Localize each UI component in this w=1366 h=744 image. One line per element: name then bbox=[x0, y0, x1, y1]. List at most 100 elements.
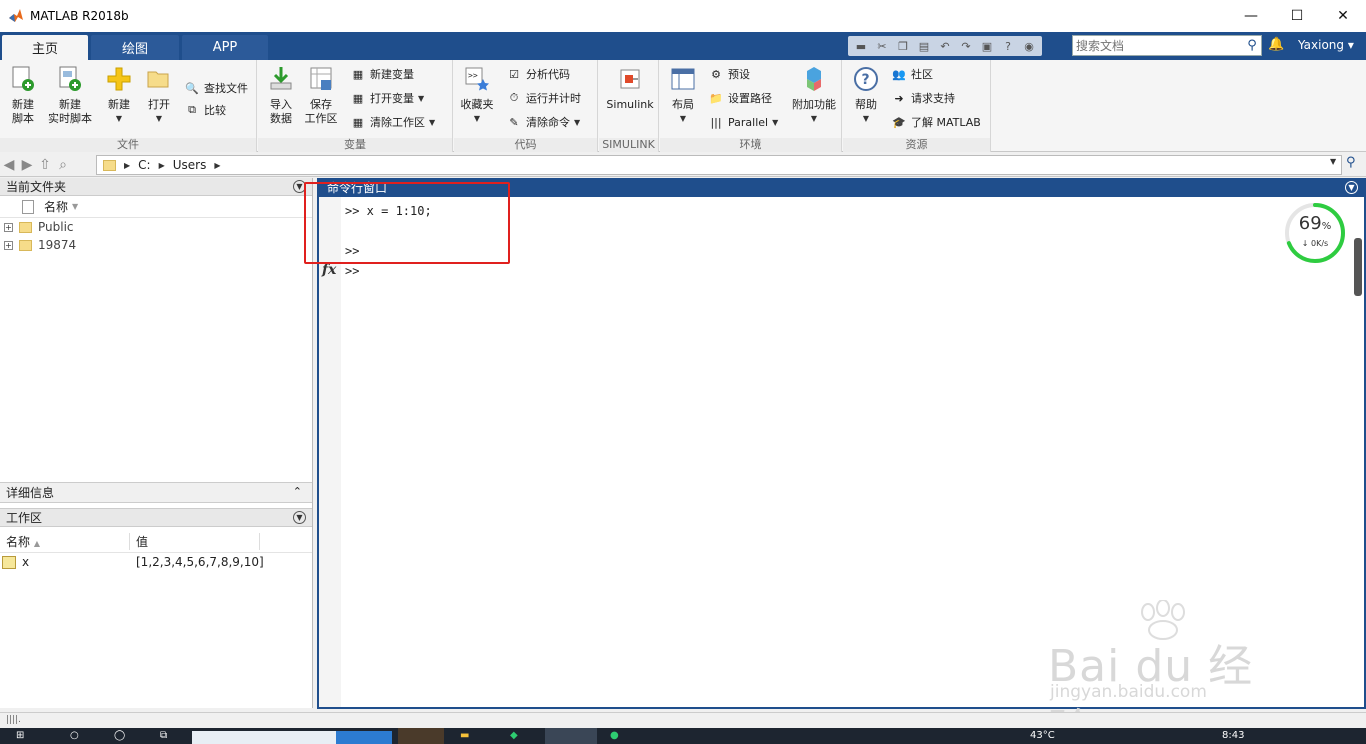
analyze-code-button[interactable]: ☑ 分析代码 bbox=[506, 64, 570, 84]
collapse-icon[interactable]: ⌃ bbox=[293, 485, 302, 498]
path-drive[interactable]: C: bbox=[138, 158, 150, 172]
new-variable-button[interactable]: ▦ 新建变量 bbox=[350, 64, 414, 84]
start-icon[interactable]: ⊞ bbox=[16, 730, 24, 744]
community-button[interactable]: 👥 社区 bbox=[891, 64, 933, 84]
maximize-button[interactable]: ☐ bbox=[1274, 0, 1320, 32]
watermark-url: jingyan.baidu.com bbox=[1050, 682, 1207, 702]
path-folder[interactable]: Users bbox=[173, 158, 207, 172]
compare-button[interactable]: ⧉ 比较 bbox=[184, 100, 226, 120]
wechat-icon[interactable]: ● bbox=[610, 730, 619, 744]
save-workspace-button[interactable]: 保存 工作区 bbox=[298, 64, 344, 134]
folder-icon bbox=[19, 239, 32, 251]
status-grip-icon[interactable]: ||||. bbox=[6, 715, 21, 725]
user-menu[interactable]: Yaxiong ▾ bbox=[1298, 38, 1354, 52]
open-dropdown-icon[interactable]: ▼ bbox=[156, 112, 162, 126]
parallel-dropdown-icon[interactable]: ▼ bbox=[772, 118, 778, 127]
browse-folder-icon[interactable]: ⌕ bbox=[54, 157, 72, 173]
clear-commands-dropdown-icon[interactable]: ▼ bbox=[574, 118, 580, 127]
find-files-button[interactable]: 🔍 查找文件 bbox=[184, 78, 248, 98]
forward-icon[interactable]: ▶ bbox=[18, 157, 36, 173]
cortana-icon[interactable]: ◯ bbox=[114, 730, 125, 744]
details-header[interactable]: 详细信息 ⌃ bbox=[0, 482, 312, 503]
clear-workspace-button[interactable]: ▦ 清除工作区 ▼ bbox=[350, 112, 435, 132]
add-ons-button[interactable]: 附加功能 ▼ bbox=[788, 64, 840, 134]
sort-asc-icon[interactable]: ▲ bbox=[34, 539, 40, 548]
workspace-col-value[interactable]: 值 bbox=[130, 533, 260, 550]
vertical-scrollbar[interactable] bbox=[1354, 238, 1362, 296]
new-live-script-button[interactable]: 新建 实时脚本 bbox=[46, 64, 94, 134]
layout-button[interactable]: 布局 ▼ bbox=[660, 64, 706, 134]
clear-workspace-dropdown-icon[interactable]: ▼ bbox=[429, 118, 435, 127]
taskbar-app-button[interactable] bbox=[398, 728, 444, 744]
save-icon[interactable]: ▬ bbox=[852, 38, 870, 54]
search-input[interactable] bbox=[1073, 36, 1243, 55]
back-icon[interactable]: ◀ bbox=[0, 157, 18, 173]
file-explorer-icon[interactable]: ▬ bbox=[460, 730, 469, 744]
search-documentation[interactable]: ⚲ bbox=[1072, 35, 1262, 56]
svg-text:>>: >> bbox=[468, 71, 478, 80]
notification-bell-icon[interactable]: 🔔 bbox=[1268, 37, 1284, 52]
set-path-button[interactable]: 📁 设置路径 bbox=[708, 88, 772, 108]
expand-icon[interactable]: + bbox=[4, 240, 13, 250]
redo-icon[interactable]: ↷ bbox=[957, 38, 975, 54]
workspace-col-name[interactable]: 名称 ▲ bbox=[0, 533, 130, 550]
request-support-button[interactable]: ➜ 请求支持 bbox=[891, 88, 955, 108]
expand-icon[interactable]: + bbox=[4, 222, 13, 232]
tab-apps[interactable]: APP bbox=[182, 35, 268, 60]
taskbar-clock[interactable]: 8:43 bbox=[1222, 730, 1244, 744]
panel-menu-icon[interactable]: ▼ bbox=[293, 511, 306, 524]
taskbar-matlab-button[interactable] bbox=[545, 728, 597, 744]
expand-icon[interactable]: ◉ bbox=[1020, 38, 1038, 54]
add-ons-dropdown-icon[interactable]: ▼ bbox=[811, 112, 817, 126]
clear-commands-button[interactable]: ✎ 清除命令 ▼ bbox=[506, 112, 580, 132]
run-and-time-button[interactable]: ⏱ 运行并计时 bbox=[506, 88, 581, 108]
parallel-button[interactable]: ||| Parallel ▼ bbox=[708, 112, 778, 132]
open-variable-button[interactable]: ▦ 打开变量 ▼ bbox=[350, 88, 424, 108]
command-prompt[interactable]: >> bbox=[345, 264, 359, 278]
search-icon[interactable]: ⚲ bbox=[1243, 38, 1261, 53]
favorites-dropdown-icon[interactable]: ▼ bbox=[474, 112, 480, 126]
new-dropdown-icon[interactable]: ▼ bbox=[116, 112, 122, 126]
new-script-button[interactable]: 新建 脚本 bbox=[0, 64, 46, 134]
open-button[interactable]: 打开 ▼ bbox=[136, 64, 182, 134]
favorites-button[interactable]: >> 收藏夹 ▼ bbox=[454, 64, 500, 134]
simulink-button[interactable]: Simulink bbox=[603, 64, 657, 134]
switch-windows-icon[interactable]: ▣ bbox=[978, 38, 996, 54]
path-dropdown-icon[interactable]: ▼ bbox=[1330, 157, 1336, 166]
sort-icon[interactable]: ▼ bbox=[72, 202, 78, 211]
workspace-columns: 名称 ▲ 值 bbox=[0, 531, 312, 553]
preferences-button[interactable]: ⚙ 预设 bbox=[708, 64, 750, 84]
close-button[interactable]: ✕ bbox=[1320, 0, 1366, 32]
folder-row[interactable]: + 19874 bbox=[0, 236, 312, 254]
search-folder-icon[interactable]: ⚲ bbox=[1346, 155, 1356, 170]
network-gauge: 69% ↓ 0K/s bbox=[1283, 201, 1347, 265]
paste-icon[interactable]: ▤ bbox=[915, 38, 933, 54]
panel-menu-icon[interactable]: ▼ bbox=[1345, 181, 1358, 194]
up-folder-icon[interactable]: ⇧ bbox=[36, 157, 54, 173]
new-variable-icon: ▦ bbox=[352, 67, 364, 81]
path-separator-icon: ▶ bbox=[158, 160, 165, 170]
taskbar-app-button[interactable] bbox=[192, 731, 336, 744]
folder-row[interactable]: + Public bbox=[0, 218, 312, 236]
minimize-button[interactable]: — bbox=[1228, 0, 1274, 32]
help-button[interactable]: ? 帮助 ▼ bbox=[843, 64, 889, 134]
task-view-icon[interactable]: ⧉ bbox=[160, 730, 167, 744]
layout-dropdown-icon[interactable]: ▼ bbox=[680, 112, 686, 126]
help-dropdown-icon[interactable]: ▼ bbox=[863, 112, 869, 126]
tab-home[interactable]: 主页 bbox=[2, 35, 88, 60]
undo-icon[interactable]: ↶ bbox=[936, 38, 954, 54]
help-icon[interactable]: ? bbox=[999, 38, 1017, 54]
taskbar-app-button[interactable] bbox=[336, 731, 392, 744]
taskbar-app-icon[interactable]: ◆ bbox=[510, 730, 518, 744]
function-browser-icon[interactable]: fx bbox=[322, 262, 336, 278]
open-variable-dropdown-icon[interactable]: ▼ bbox=[418, 94, 424, 103]
tab-plots[interactable]: 绘图 bbox=[91, 35, 179, 60]
workspace-row[interactable]: x [1,2,3,4,5,6,7,8,9,10] bbox=[0, 553, 312, 571]
column-name-header[interactable]: 名称 bbox=[44, 198, 68, 215]
copy-icon[interactable]: ❐ bbox=[894, 38, 912, 54]
open-variable-icon: ▦ bbox=[352, 91, 364, 105]
cut-icon[interactable]: ✂ bbox=[873, 38, 891, 54]
search-icon[interactable]: ○ bbox=[70, 730, 79, 744]
path-field[interactable]: ▶ C: ▶ Users ▶ bbox=[96, 155, 1342, 175]
learn-matlab-button[interactable]: 🎓 了解 MATLAB bbox=[891, 112, 981, 132]
